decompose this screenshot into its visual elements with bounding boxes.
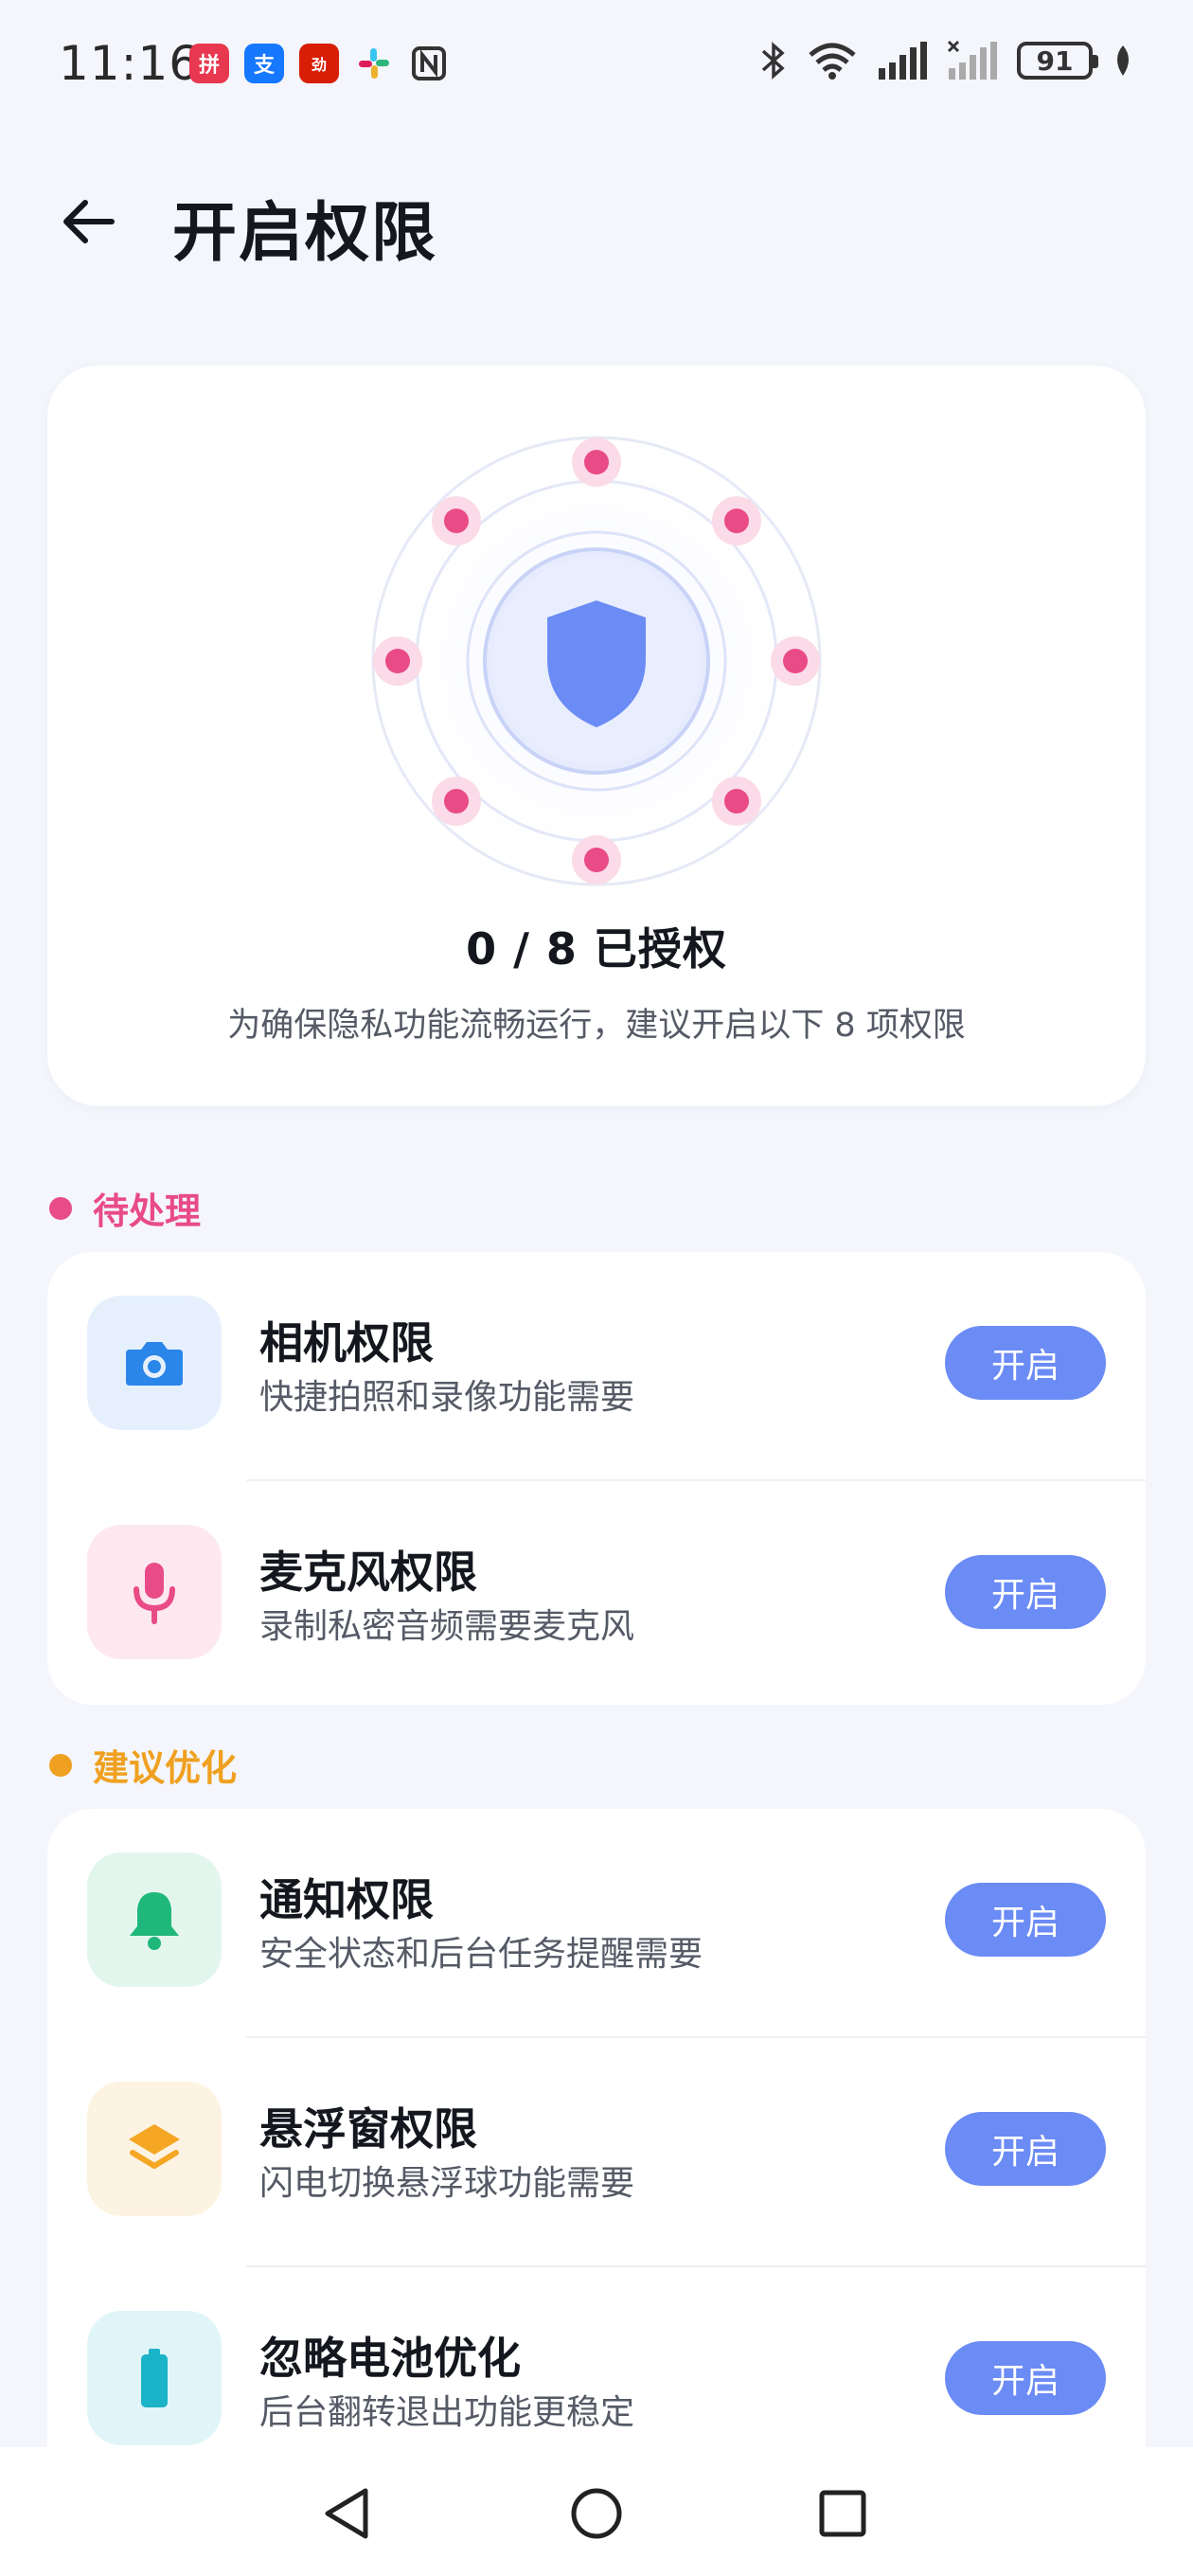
permission-title: 忽略电池优化	[259, 2333, 521, 2384]
battery-level: 91	[1036, 45, 1074, 77]
permission-subtitle: 录制私密音频需要麦克风	[259, 1607, 635, 1646]
section-title: 待处理	[93, 1190, 202, 1232]
power-saving-leaf-icon	[1117, 45, 1129, 76]
wifi-icon	[809, 43, 856, 80]
back-button[interactable]	[49, 184, 125, 259]
nfc-icon	[409, 44, 449, 83]
triangle-back-icon	[325, 2488, 368, 2539]
pending-permissions-card: 相机权限 快捷拍照和录像功能需要 开启 麦克风权限 录制私密音频需要麦克风 开启	[47, 1252, 1146, 1705]
permission-subtitle: 快捷拍照和录像功能需要	[259, 1378, 635, 1417]
permission-row-overlay: 悬浮窗权限 闪电切换悬浮球功能需要 开启	[47, 2038, 1146, 2267]
permission-dot	[373, 636, 422, 686]
enable-notification-button[interactable]: 开启	[945, 1883, 1106, 1957]
section-suggested-label: 建议优化	[49, 1739, 237, 1791]
enable-microphone-button[interactable]: 开启	[945, 1555, 1106, 1629]
permission-dot	[572, 835, 621, 885]
microphone-icon	[134, 1563, 175, 1624]
permission-progress-ring	[369, 434, 824, 888]
nav-recents-button[interactable]	[805, 2476, 881, 2551]
circle-home-icon	[571, 2488, 622, 2539]
enable-overlay-button[interactable]: 开启	[945, 2112, 1106, 2186]
permission-subtitle: 闪电切换悬浮球功能需要	[259, 2164, 635, 2203]
nav-back-button[interactable]	[309, 2476, 384, 2551]
permission-dot	[432, 496, 481, 546]
section-dot	[49, 1753, 72, 1777]
permission-title: 麦克风权限	[259, 1547, 477, 1598]
battery-indicator: 91	[1017, 42, 1098, 80]
bell-icon-tile	[87, 1852, 222, 1987]
enable-battery-optimization-button[interactable]: 开启	[945, 2341, 1106, 2415]
alipay-app-icon: 支	[244, 44, 284, 83]
permission-row-camera: 相机权限 快捷拍照和录像功能需要 开启	[47, 1252, 1146, 1481]
system-navigation-bar	[0, 2447, 1193, 2576]
permission-dot	[771, 636, 820, 686]
douyin-mall-app-icon: 劲	[299, 44, 339, 83]
bell-icon	[130, 1892, 179, 1950]
bluetooth-icon	[761, 42, 785, 80]
permission-title: 悬浮窗权限	[259, 2103, 477, 2155]
microphone-icon-tile	[87, 1525, 222, 1659]
layers-icon	[129, 2124, 180, 2169]
suggested-permissions-card: 通知权限 安全状态和后台任务提醒需要 开启 悬浮窗权限 闪电切换悬浮球功能需要 …	[47, 1809, 1146, 2529]
permission-title: 相机权限	[259, 1317, 434, 1368]
arrow-left-icon	[63, 200, 115, 243]
slack-app-icon	[354, 44, 394, 83]
page-title: 开启权限	[172, 196, 438, 271]
pdd-app-icon: 拼	[189, 44, 229, 83]
status-time: 11:16	[59, 36, 201, 91]
permission-dot	[712, 777, 761, 826]
permission-row-microphone: 麦克风权限 录制私密音频需要麦克风 开启	[47, 1481, 1146, 1710]
signal-strength-icon	[879, 42, 927, 80]
permission-title: 通知权限	[259, 1874, 434, 1925]
status-indicators: 91	[759, 40, 1134, 81]
permission-dot	[432, 777, 481, 826]
permission-description: 为确保隐私功能流畅运行，建议开启以下 8 项权限	[227, 1007, 966, 1045]
battery-icon-tile	[87, 2311, 222, 2445]
battery-icon	[141, 2349, 168, 2407]
section-dot	[49, 1196, 72, 1220]
permission-subtitle: 后台翻转退出功能更稳定	[259, 2393, 635, 2432]
camera-icon-tile	[87, 1296, 222, 1430]
section-title: 建议优化	[93, 1747, 238, 1789]
permission-row-notification: 通知权限 安全状态和后台任务提醒需要 开启	[47, 1809, 1146, 2038]
granted-count: 0 / 8 已授权	[466, 923, 727, 975]
notification-app-icons: 拼 支 劲	[189, 44, 449, 83]
signal-no-service-icon	[947, 40, 997, 80]
page-header: 开启权限	[0, 170, 1193, 275]
permission-dot	[572, 438, 621, 487]
status-bar: 11:16 拼 支 劲 91	[0, 0, 1193, 133]
permission-summary-card: 0 / 8 已授权 为确保隐私功能流畅运行，建议开启以下 8 项权限	[47, 366, 1146, 1106]
permission-dot	[712, 496, 761, 546]
permission-subtitle: 安全状态和后台任务提醒需要	[259, 1935, 703, 1974]
enable-camera-button[interactable]: 开启	[945, 1326, 1106, 1400]
section-pending-label: 待处理	[49, 1182, 201, 1234]
nav-home-button[interactable]	[559, 2476, 634, 2551]
square-recents-icon	[819, 2490, 866, 2537]
layers-icon-tile	[87, 2082, 222, 2216]
camera-icon	[126, 1342, 183, 1386]
